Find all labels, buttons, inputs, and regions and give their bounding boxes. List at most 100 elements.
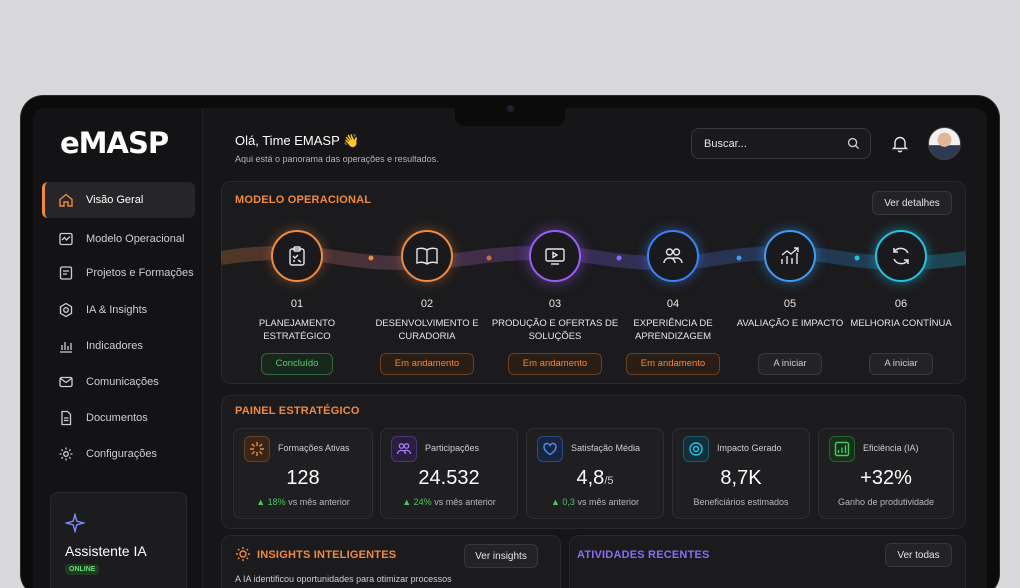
insights-text: A IA identificou oportunidades para otim… <box>235 574 452 584</box>
sidebar-item-indicadores[interactable]: Indicadores <box>42 328 195 364</box>
sidebar-item-projetos[interactable]: Projetos e Formações <box>42 255 195 291</box>
step-status-badge: A iniciar <box>869 353 933 375</box>
bell-icon[interactable] <box>891 134 909 153</box>
step-circle <box>529 230 581 282</box>
sidebar-item-label: Modelo Operacional <box>86 233 185 245</box>
kpi-value: 4,8/5 <box>576 467 614 489</box>
kpi-card[interactable]: Eficiência (IA) +32% Ganho de produtivid… <box>818 428 954 519</box>
kpi-card[interactable]: Satisfação Média 4,8/5 ▲ 0,3 vs mês ante… <box>526 428 664 519</box>
kpi-card[interactable]: Impacto Gerado 8,7K Beneficiários estima… <box>672 428 810 519</box>
step-name: Melhoria Contínua <box>850 318 952 329</box>
step-status-badge: Em andamento <box>625 353 721 375</box>
clipboard-icon <box>289 246 305 266</box>
sidebar-item-visao-geral[interactable]: Visão Geral <box>42 182 195 218</box>
sidebar-item-label: Visão Geral <box>86 194 144 206</box>
operational-step[interactable]: 04 Experiência de Aprendizagem Em andame… <box>608 230 738 375</box>
sidebar-item-label: Indicadores <box>86 340 143 352</box>
kpi-value: +32% <box>860 467 912 489</box>
book-icon <box>416 247 438 265</box>
greeting-subtitle: Aqui está o panorama das operações e res… <box>235 154 439 164</box>
kpi-label: Participações <box>425 443 480 453</box>
step-number: 04 <box>666 298 680 310</box>
play-screen-icon <box>545 248 565 265</box>
strategic-panel-title: PAINEL ESTRATÉGICO <box>235 405 360 417</box>
model-icon <box>59 232 73 246</box>
step-status-badge: Em andamento <box>379 353 475 375</box>
search-input[interactable]: Buscar... <box>691 128 871 159</box>
operational-step[interactable]: 06 Melhoria Contínua A iniciar <box>836 230 966 375</box>
step-name: Desenvolvimento e Curadoria <box>375 318 479 342</box>
camera-icon <box>507 105 514 112</box>
kpi-label: Impacto Gerado <box>717 443 782 453</box>
step-circle <box>764 230 816 282</box>
insights-title: INSIGHTS INTELIGENTES <box>257 549 397 561</box>
kpi-icon-box <box>244 436 270 462</box>
app-screen: eMASP Visão Geral Modelo Operacional Pro… <box>33 108 987 588</box>
sidebar-item-documentos[interactable]: Documentos <box>42 400 195 436</box>
step-status-badge: Em andamento <box>507 353 603 375</box>
search-placeholder: Buscar... <box>704 137 747 150</box>
kpi-card[interactable]: Formações Ativas 128 ▲ 18% vs mês anteri… <box>233 428 373 519</box>
document-icon <box>61 410 72 426</box>
ai-icon <box>59 302 73 318</box>
sparkle-icon <box>65 513 85 533</box>
operational-step[interactable]: 01 Planejamento Estratégico Concluído <box>232 230 362 375</box>
step-name: Experiência de Aprendizagem <box>633 318 713 342</box>
sidebar-item-label: Comunicações <box>86 376 159 388</box>
step-name: Planejamento Estratégico <box>258 318 336 342</box>
avatar[interactable] <box>928 127 961 160</box>
kpi-delta: ▲ 18% vs mês anterior <box>256 497 350 507</box>
mail-icon <box>59 376 73 388</box>
kpi-note: Ganho de produtividade <box>837 497 935 507</box>
users-icon <box>663 248 683 264</box>
operational-step[interactable]: 03 Produção e Ofertas de Soluções Em and… <box>490 230 620 375</box>
bar-chart-icon <box>834 441 850 457</box>
step-circle <box>271 230 323 282</box>
operational-step[interactable]: 02 Desenvolvimento e Curadoria Em andame… <box>362 230 492 375</box>
step-status-badge: A iniciar <box>758 353 822 375</box>
users-icon <box>396 443 412 455</box>
sun-icon <box>236 547 250 561</box>
gear-icon <box>59 447 73 461</box>
step-number: 06 <box>894 298 908 310</box>
refresh-icon <box>893 247 909 265</box>
step-circle <box>875 230 927 282</box>
kpi-note: Beneficiários estimados <box>693 497 789 507</box>
sidebar-item-label: Projetos e Formações <box>86 267 194 279</box>
ver-todas-button[interactable]: Ver todas <box>885 543 952 567</box>
kpi-icon-box <box>829 436 855 462</box>
kpi-icon-box <box>391 436 417 462</box>
kpi-value: 128 <box>286 467 320 489</box>
kpi-label: Satisfação Média <box>571 443 641 453</box>
chart-icon <box>60 342 72 353</box>
kpi-delta: ▲ 24% vs mês anterior <box>402 497 496 507</box>
search-icon <box>847 137 860 150</box>
kpi-label: Eficiência (IA) <box>863 443 919 453</box>
step-number: 01 <box>290 298 304 310</box>
sidebar-item-configuracoes[interactable]: Configurações <box>42 436 195 472</box>
ver-insights-button[interactable]: Ver insights <box>464 544 538 568</box>
activities-title: ATIVIDADES RECENTES <box>577 549 710 561</box>
ver-detalhes-button[interactable]: Ver detalhes <box>872 191 952 215</box>
step-circle <box>647 230 699 282</box>
sidebar-item-label: Documentos <box>86 412 148 424</box>
logo: eMASP <box>60 126 169 160</box>
sidebar-item-comunicacoes[interactable]: Comunicações <box>42 364 195 400</box>
kpi-card[interactable]: Participações 24.532 ▲ 24% vs mês anteri… <box>380 428 518 519</box>
step-name: Produção e Ofertas de Soluções <box>491 318 619 342</box>
kpi-value: 24.532 <box>418 467 480 489</box>
sidebar-item-label: IA & Insights <box>86 304 148 316</box>
heart-icon <box>543 442 557 456</box>
sidebar-item-ia-insights[interactable]: IA & Insights <box>42 292 195 328</box>
ai-assistant-card[interactable]: Assistente IA ONLINE <box>50 492 187 588</box>
up-arrow-icon: ▲ <box>402 497 414 507</box>
step-number: 03 <box>548 298 562 310</box>
up-arrow-icon: ▲ <box>256 497 268 507</box>
home-icon <box>59 193 73 207</box>
burst-icon <box>250 442 264 456</box>
projects-icon <box>59 266 73 280</box>
assistant-title: Assistente IA <box>65 543 147 559</box>
sidebar-item-label: Configurações <box>86 448 157 460</box>
sidebar-item-modelo-operacional[interactable]: Modelo Operacional <box>42 221 195 257</box>
kpi-delta: ▲ 0,3 vs mês anterior <box>551 497 639 507</box>
